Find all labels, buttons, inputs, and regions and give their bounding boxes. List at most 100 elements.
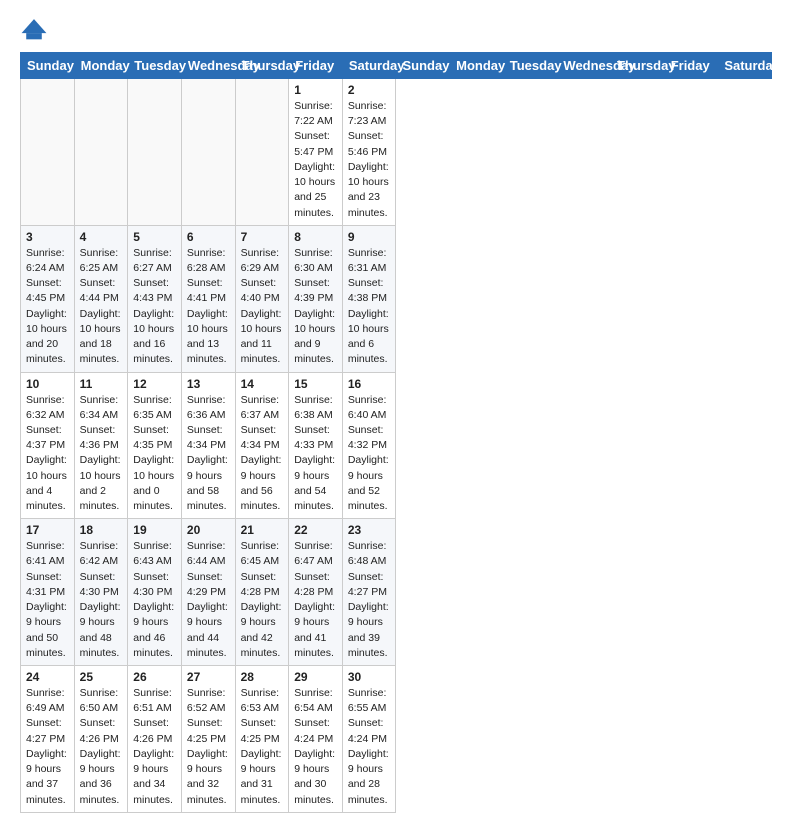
calendar-cell: 28Sunrise: 6:53 AMSunset: 4:25 PMDayligh…	[235, 666, 289, 813]
day-info: Sunrise: 6:52 AMSunset: 4:25 PMDaylight:…	[187, 686, 230, 808]
day-info: Sunrise: 6:36 AMSunset: 4:34 PMDaylight:…	[187, 393, 230, 515]
page-header	[20, 16, 772, 44]
header-thursday: Thursday	[235, 53, 289, 79]
header-saturday: Saturday	[342, 53, 396, 79]
day-number: 8	[294, 230, 337, 244]
day-number: 26	[133, 670, 176, 684]
day-info: Sunrise: 6:32 AMSunset: 4:37 PMDaylight:…	[26, 393, 69, 515]
header-wednesday: Wednesday	[557, 53, 611, 79]
day-number: 18	[80, 523, 123, 537]
calendar-cell: 25 Sunrise: 6:50 AMSunset: 4:26 PMDayligh…	[74, 666, 128, 813]
calendar-cell: 4 Sunrise: 6:25 AMSunset: 4:44 PMDaylight…	[74, 225, 128, 372]
day-number: 21	[241, 523, 284, 537]
day-info: Sunrise: 6:45 AMSunset: 4:28 PMDaylight:…	[241, 539, 284, 661]
day-number: 27	[187, 670, 230, 684]
calendar-cell: 19 Sunrise: 6:43 AMSunset: 4:30 PMDayligh…	[128, 519, 182, 666]
calendar-week-row: 1 Sunrise: 7:22 AMSunset: 5:47 PMDaylight…	[21, 79, 772, 226]
calendar-cell	[235, 79, 289, 226]
header-monday: Monday	[450, 53, 504, 79]
calendar-cell: 30 Sunrise: 6:55 AMSunset: 4:24 PMDayligh…	[342, 666, 396, 813]
day-number: 25	[80, 670, 123, 684]
calendar-cell: 17 Sunrise: 6:41 AMSunset: 4:31 PMDayligh…	[21, 519, 75, 666]
calendar-cell: 7 Sunrise: 6:29 AMSunset: 4:40 PMDaylight…	[235, 225, 289, 372]
header-saturday: Saturday	[718, 53, 772, 79]
day-info: Sunrise: 6:40 AMSunset: 4:32 PMDaylight:…	[348, 393, 391, 515]
day-number: 1	[294, 83, 337, 97]
day-info: Sunrise: 6:50 AMSunset: 4:26 PMDaylight:…	[80, 686, 123, 808]
day-info: Sunrise: 6:25 AMSunset: 4:44 PMDaylight:…	[80, 246, 123, 368]
day-number: 2	[348, 83, 391, 97]
day-number: 13	[187, 377, 230, 391]
calendar-cell: 8Sunrise: 6:30 AMSunset: 4:39 PMDaylight…	[289, 225, 343, 372]
day-number: 16	[348, 377, 391, 391]
day-info: Sunrise: 7:22 AMSunset: 5:47 PMDaylight:…	[294, 99, 337, 221]
calendar-cell: 16 Sunrise: 6:40 AMSunset: 4:32 PMDayligh…	[342, 372, 396, 519]
day-info: Sunrise: 6:24 AMSunset: 4:45 PMDaylight:…	[26, 246, 69, 368]
header-thursday: Thursday	[611, 53, 665, 79]
day-number: 20	[187, 523, 230, 537]
day-info: Sunrise: 7:23 AMSunset: 5:46 PMDaylight:…	[348, 99, 391, 221]
day-number: 23	[348, 523, 391, 537]
calendar-cell: 22 Sunrise: 6:47 AMSunset: 4:28 PMDayligh…	[289, 519, 343, 666]
day-info: Sunrise: 6:34 AMSunset: 4:36 PMDaylight:…	[80, 393, 123, 515]
day-info: Sunrise: 6:28 AMSunset: 4:41 PMDaylight:…	[187, 246, 230, 368]
calendar-cell: 24Sunrise: 6:49 AMSunset: 4:27 PMDayligh…	[21, 666, 75, 813]
header-friday: Friday	[664, 53, 718, 79]
day-number: 14	[241, 377, 284, 391]
day-number: 30	[348, 670, 391, 684]
day-info: Sunrise: 6:42 AMSunset: 4:30 PMDaylight:…	[80, 539, 123, 661]
day-info: Sunrise: 6:41 AMSunset: 4:31 PMDaylight:…	[26, 539, 69, 661]
calendar-cell: 23 Sunrise: 6:48 AMSunset: 4:27 PMDayligh…	[342, 519, 396, 666]
day-info: Sunrise: 6:54 AMSunset: 4:24 PMDaylight:…	[294, 686, 337, 808]
calendar-cell: 14Sunrise: 6:37 AMSunset: 4:34 PMDayligh…	[235, 372, 289, 519]
header-friday: Friday	[289, 53, 343, 79]
calendar-table: SundayMondayTuesdayWednesdayThursdayFrid…	[20, 52, 772, 813]
calendar-cell: 11 Sunrise: 6:34 AMSunset: 4:36 PMDayligh…	[74, 372, 128, 519]
calendar-week-row: 3 Sunrise: 6:24 AMSunset: 4:45 PMDaylight…	[21, 225, 772, 372]
day-number: 22	[294, 523, 337, 537]
calendar-cell: 13 Sunrise: 6:36 AMSunset: 4:34 PMDayligh…	[181, 372, 235, 519]
day-info: Sunrise: 6:35 AMSunset: 4:35 PMDaylight:…	[133, 393, 176, 515]
day-info: Sunrise: 6:48 AMSunset: 4:27 PMDaylight:…	[348, 539, 391, 661]
day-info: Sunrise: 6:47 AMSunset: 4:28 PMDaylight:…	[294, 539, 337, 661]
day-number: 10	[26, 377, 69, 391]
day-info: Sunrise: 6:51 AMSunset: 4:26 PMDaylight:…	[133, 686, 176, 808]
day-info: Sunrise: 6:53 AMSunset: 4:25 PMDaylight:…	[241, 686, 284, 808]
day-info: Sunrise: 6:27 AMSunset: 4:43 PMDaylight:…	[133, 246, 176, 368]
calendar-cell	[21, 79, 75, 226]
calendar-week-row: 17 Sunrise: 6:41 AMSunset: 4:31 PMDayligh…	[21, 519, 772, 666]
day-number: 24	[26, 670, 69, 684]
day-number: 29	[294, 670, 337, 684]
header-tuesday: Tuesday	[503, 53, 557, 79]
calendar-cell: 2 Sunrise: 7:23 AMSunset: 5:46 PMDaylight…	[342, 79, 396, 226]
day-number: 5	[133, 230, 176, 244]
day-number: 15	[294, 377, 337, 391]
header-tuesday: Tuesday	[128, 53, 182, 79]
day-info: Sunrise: 6:31 AMSunset: 4:38 PMDaylight:…	[348, 246, 391, 368]
day-info: Sunrise: 6:43 AMSunset: 4:30 PMDaylight:…	[133, 539, 176, 661]
day-number: 17	[26, 523, 69, 537]
day-number: 19	[133, 523, 176, 537]
day-number: 7	[241, 230, 284, 244]
calendar-cell: 15Sunrise: 6:38 AMSunset: 4:33 PMDayligh…	[289, 372, 343, 519]
calendar-cell: 26 Sunrise: 6:51 AMSunset: 4:26 PMDayligh…	[128, 666, 182, 813]
day-number: 4	[80, 230, 123, 244]
day-number: 3	[26, 230, 69, 244]
calendar-cell: 21 Sunrise: 6:45 AMSunset: 4:28 PMDayligh…	[235, 519, 289, 666]
calendar-cell: 12Sunrise: 6:35 AMSunset: 4:35 PMDayligh…	[128, 372, 182, 519]
day-info: Sunrise: 6:55 AMSunset: 4:24 PMDaylight:…	[348, 686, 391, 808]
day-info: Sunrise: 6:44 AMSunset: 4:29 PMDaylight:…	[187, 539, 230, 661]
calendar-cell: 20 Sunrise: 6:44 AMSunset: 4:29 PMDayligh…	[181, 519, 235, 666]
logo-icon	[20, 16, 48, 44]
day-number: 11	[80, 377, 123, 391]
calendar-cell: 27 Sunrise: 6:52 AMSunset: 4:25 PMDayligh…	[181, 666, 235, 813]
day-number: 9	[348, 230, 391, 244]
day-info: Sunrise: 6:29 AMSunset: 4:40 PMDaylight:…	[241, 246, 284, 368]
calendar-cell	[181, 79, 235, 226]
header-monday: Monday	[74, 53, 128, 79]
calendar-cell: 6Sunrise: 6:28 AMSunset: 4:41 PMDaylight…	[181, 225, 235, 372]
calendar-header-row: SundayMondayTuesdayWednesdayThursdayFrid…	[21, 53, 772, 79]
calendar-week-row: 10 Sunrise: 6:32 AMSunset: 4:37 PMDayligh…	[21, 372, 772, 519]
calendar-cell: 9 Sunrise: 6:31 AMSunset: 4:38 PMDaylight…	[342, 225, 396, 372]
calendar-cell: 29 Sunrise: 6:54 AMSunset: 4:24 PMDayligh…	[289, 666, 343, 813]
